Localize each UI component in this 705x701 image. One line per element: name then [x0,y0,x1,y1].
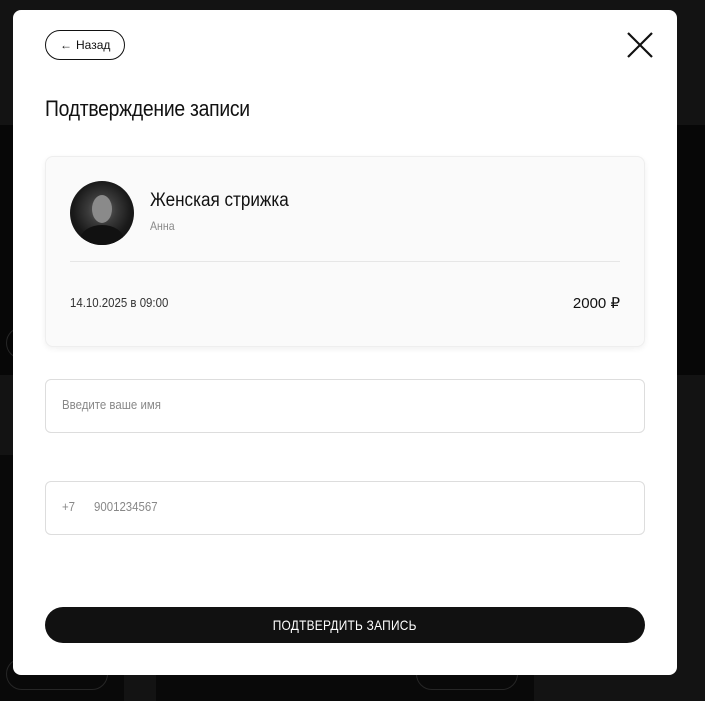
booking-summary-card: Женская стрижка Анна 14.10.2025 в 09:00 … [45,156,645,347]
close-icon[interactable] [626,31,654,59]
avatar [70,181,134,245]
name-input[interactable]: Введите ваше имя [45,379,645,433]
master-name: Анна [150,219,175,233]
page-title: Подтверждение записи [45,96,250,121]
name-input-placeholder: Введите ваше имя [62,397,161,412]
confirm-booking-label: ПОДТВЕРДИТЬ ЗАПИСЬ [273,617,417,633]
phone-input[interactable]: +7 9001234567 [45,481,645,535]
back-button-label: Назад [76,38,111,52]
divider [70,261,620,262]
booking-price: 2000 ₽ [572,295,620,312]
phone-country-code: +7 [62,499,76,514]
booking-datetime: 14.10.2025 в 09:00 [70,295,169,310]
confirm-booking-button[interactable]: ПОДТВЕРДИТЬ ЗАПИСЬ [45,607,645,643]
back-button[interactable]: ← Назад [45,30,126,60]
booking-confirmation-modal: ← Назад Подтверждение записи Женская стр… [13,10,677,675]
avatar-face [92,195,112,223]
phone-input-placeholder: 9001234567 [94,499,158,514]
service-name: Женская стрижка [150,190,289,211]
arrow-left-icon: ← [60,38,72,52]
avatar-body [80,225,124,245]
